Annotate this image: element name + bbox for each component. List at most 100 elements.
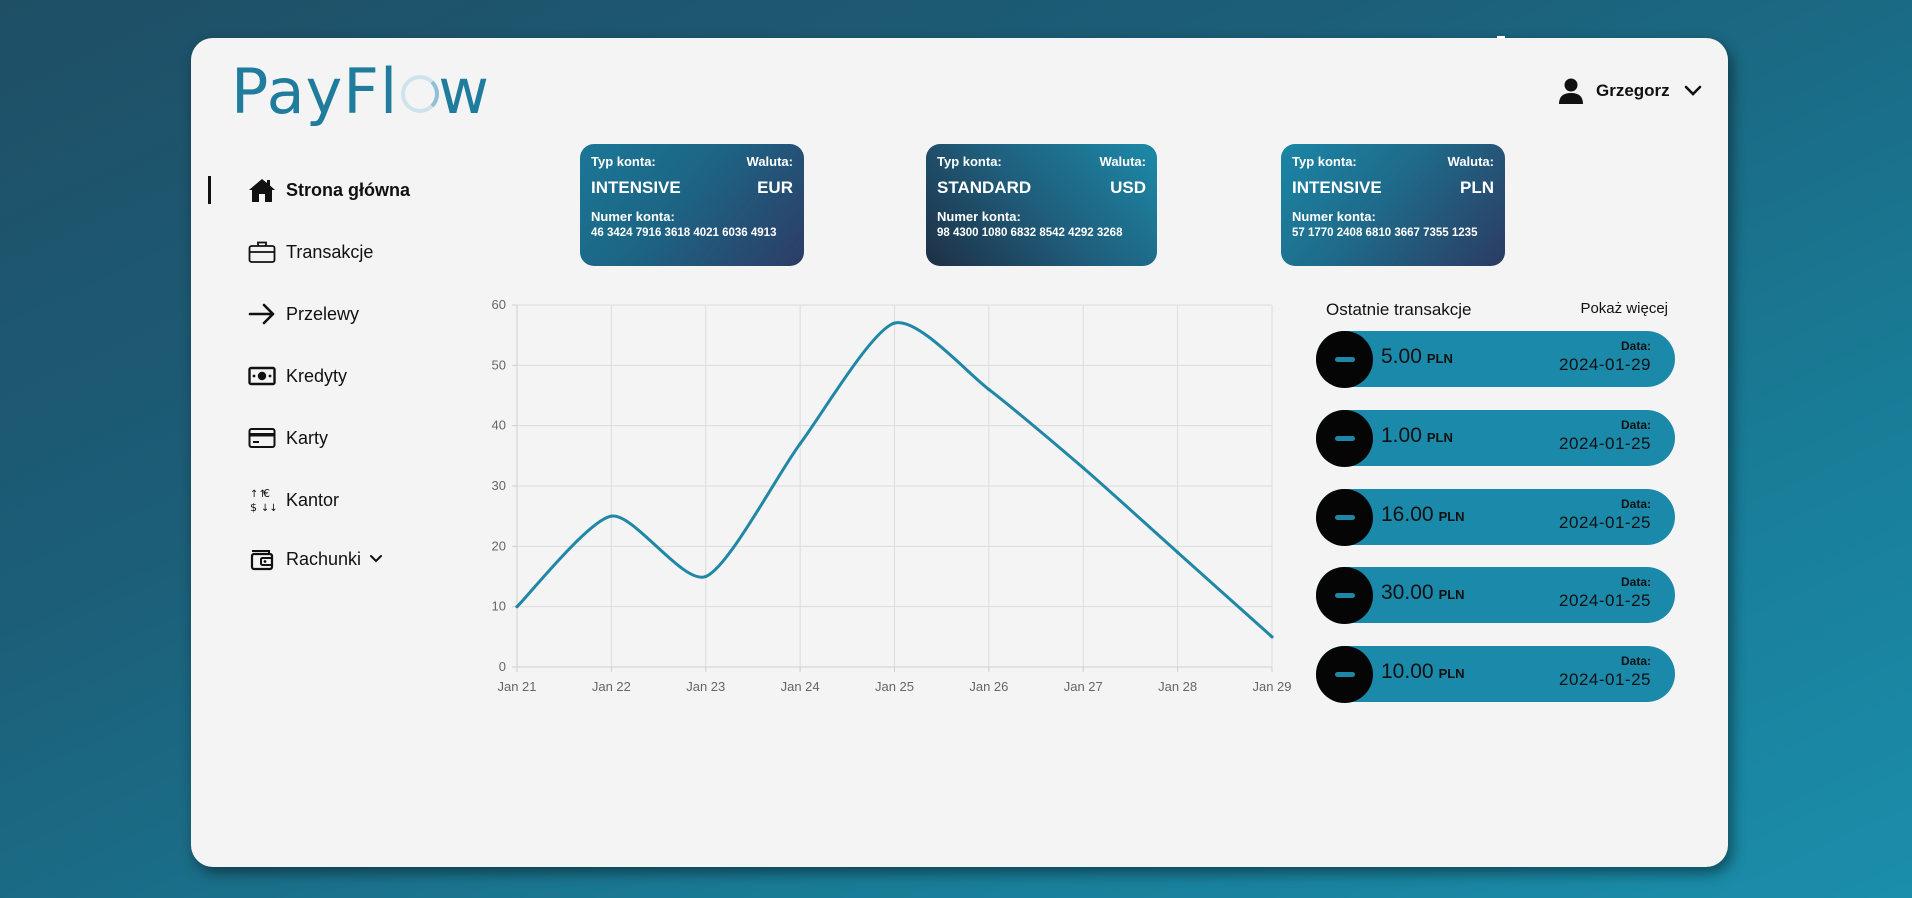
minus-icon xyxy=(1316,410,1373,467)
wallet-icon xyxy=(248,545,278,573)
sidebar-item-kredyty[interactable]: Kredyty xyxy=(248,361,347,391)
account-currency: USD xyxy=(1110,178,1146,197)
account-card-eur[interactable]: Typ konta: Waluta: INTENSIVE EUR Numer kon… xyxy=(580,144,804,266)
user-menu[interactable]: Grzegorz xyxy=(1558,76,1702,106)
transaction-amount: 5.00 PLN xyxy=(1381,345,1453,369)
date-value: 2024-01-25 xyxy=(1559,513,1651,532)
top-indicator xyxy=(1497,36,1505,39)
amount-currency: PLN xyxy=(1438,509,1465,524)
sidebar-item-kantor[interactable]: ↑↑ € $ ↓↓ Kantor xyxy=(248,485,339,515)
account-type-label: Typ konta: xyxy=(591,154,656,169)
transaction-amount: 10.00 PLN xyxy=(1381,660,1465,684)
transactions-header: Ostatnie transakcje Pokaż więcej xyxy=(1326,300,1668,320)
x-tick-label: Jan 27 xyxy=(1064,679,1103,694)
account-currency: PLN xyxy=(1460,178,1494,197)
transaction-item[interactable]: 1.00 PLN Data: 2024-01-25 xyxy=(1316,410,1675,467)
transaction-amount: 16.00 PLN xyxy=(1381,503,1465,527)
account-number: 98 4300 1080 6832 8542 4292 3268 xyxy=(937,227,1123,239)
svg-text:$: $ xyxy=(250,501,257,514)
sidebar-item-label: Rachunki xyxy=(286,548,362,569)
sidebar-item-strona-glowna[interactable]: Strona główna xyxy=(248,175,410,205)
account-number-label: Numer konta: xyxy=(937,209,1021,224)
sidebar-item-label: Kredyty xyxy=(286,365,348,386)
currency-label: Waluta: xyxy=(1099,154,1146,169)
transaction-item[interactable]: 10.00 PLN Data: 2024-01-25 xyxy=(1316,646,1675,703)
transaction-date: Data: 2024-01-25 xyxy=(1559,575,1651,611)
account-card-usd[interactable]: Typ konta: Waluta: STANDARD USD Numer kont… xyxy=(926,144,1157,266)
minus-icon xyxy=(1316,646,1373,703)
logo-text-prefix: PayFl xyxy=(231,55,399,128)
date-label: Data: xyxy=(1620,339,1651,353)
credit-card-icon xyxy=(248,424,278,452)
minus-icon xyxy=(1316,489,1373,546)
sidebar-item-label: Strona główna xyxy=(286,179,411,200)
sidebar-item-karty[interactable]: Karty xyxy=(248,423,328,453)
x-tick-label: Jan 24 xyxy=(781,679,820,694)
briefcase-icon xyxy=(248,238,278,266)
svg-text:↓↓: ↓↓ xyxy=(261,503,276,514)
logo-ring-icon xyxy=(398,69,440,113)
date-label: Data: xyxy=(1620,497,1651,511)
chevron-down-icon xyxy=(1684,85,1701,96)
transaction-date: Data: 2024-01-25 xyxy=(1559,418,1651,454)
data-point xyxy=(987,387,991,392)
account-number: 57 1770 2408 6810 3667 7355 1235 xyxy=(1292,227,1478,239)
account-type: INTENSIVE xyxy=(1292,178,1382,197)
data-point xyxy=(704,574,708,579)
amount-value: 16.00 xyxy=(1381,503,1434,526)
user-icon xyxy=(1559,78,1583,104)
sidebar-item-rachunki[interactable]: Rachunki xyxy=(248,544,383,574)
arrow-right-icon xyxy=(248,300,278,328)
amount-value: 10.00 xyxy=(1381,660,1434,683)
transaction-amount: 1.00 PLN xyxy=(1381,424,1453,448)
logo-text-suffix: w xyxy=(438,55,490,128)
sidebar-item-label: Przelewy xyxy=(286,303,360,324)
sidebar-item-label: Kantor xyxy=(286,489,340,510)
account-number: 46 3424 7916 3618 4021 6036 4913 xyxy=(591,227,777,239)
data-point xyxy=(1270,635,1274,639)
data-point xyxy=(1081,466,1085,470)
y-tick-label: 50 xyxy=(492,357,506,372)
transaction-item[interactable]: 16.00 PLN Data: 2024-01-25 xyxy=(1316,489,1675,546)
account-currency: EUR xyxy=(757,178,793,197)
banknote-icon xyxy=(248,362,278,390)
account-type: INTENSIVE xyxy=(591,178,681,197)
x-tick-label: Jan 22 xyxy=(592,679,631,694)
transactions-title: Ostatnie transakcje xyxy=(1326,300,1472,319)
date-label: Data: xyxy=(1620,654,1651,668)
active-nav-marker xyxy=(208,176,211,204)
sidebar-item-label: Transakcje xyxy=(286,241,374,262)
account-number-label: Numer konta: xyxy=(1292,209,1376,224)
minus-icon xyxy=(1316,331,1373,388)
y-tick-label: 60 xyxy=(492,297,506,312)
sidebar-item-przelewy[interactable]: Przelewy xyxy=(248,299,359,329)
date-value: 2024-01-25 xyxy=(1559,434,1651,453)
x-tick-label: Jan 25 xyxy=(875,679,914,694)
x-tick-label: Jan 28 xyxy=(1158,679,1197,694)
amount-currency: PLN xyxy=(1426,351,1453,366)
data-point xyxy=(798,442,802,446)
amount-currency: PLN xyxy=(1438,587,1465,602)
amount-value: 30.00 xyxy=(1381,581,1434,604)
chart-svg: 0 10 20 30 40 50 60 Jan 21 Jan 22 Jan 23 Jan 24 Jan… xyxy=(492,297,1292,694)
account-number-label: Numer konta: xyxy=(591,209,675,224)
account-card-pln[interactable]: Typ konta: Waluta: INTENSIVE PLN Numer kon… xyxy=(1281,144,1505,266)
currency-exchange-icon: ↑↑ € $ ↓↓ xyxy=(248,486,278,514)
minus-icon xyxy=(1316,567,1373,624)
y-tick-label: 30 xyxy=(492,478,506,493)
data-point xyxy=(892,321,897,325)
chevron-down-icon xyxy=(370,555,383,563)
sidebar-item-transakcje[interactable]: Transakcje xyxy=(248,237,373,267)
svg-text:€: € xyxy=(263,487,270,500)
show-more-link[interactable]: Pokaż więcej xyxy=(1580,300,1668,320)
transaction-item[interactable]: 5.00 PLN Data: 2024-01-29 xyxy=(1316,331,1675,388)
data-point xyxy=(515,605,519,609)
transaction-amount: 30.00 PLN xyxy=(1381,581,1465,605)
balance-line-chart: 0 10 20 30 40 50 60 Jan 21 Jan 22 Jan 23 Jan 24 Jan… xyxy=(480,290,1300,700)
payflow-logo[interactable]: PayFl w xyxy=(231,52,490,132)
transaction-item[interactable]: 30.00 PLN Data: 2024-01-25 xyxy=(1316,567,1675,624)
transaction-date: Data: 2024-01-25 xyxy=(1559,654,1651,690)
date-value: 2024-01-29 xyxy=(1559,355,1651,374)
currency-label: Waluta: xyxy=(1447,154,1494,169)
y-tick-label: 20 xyxy=(492,538,506,553)
